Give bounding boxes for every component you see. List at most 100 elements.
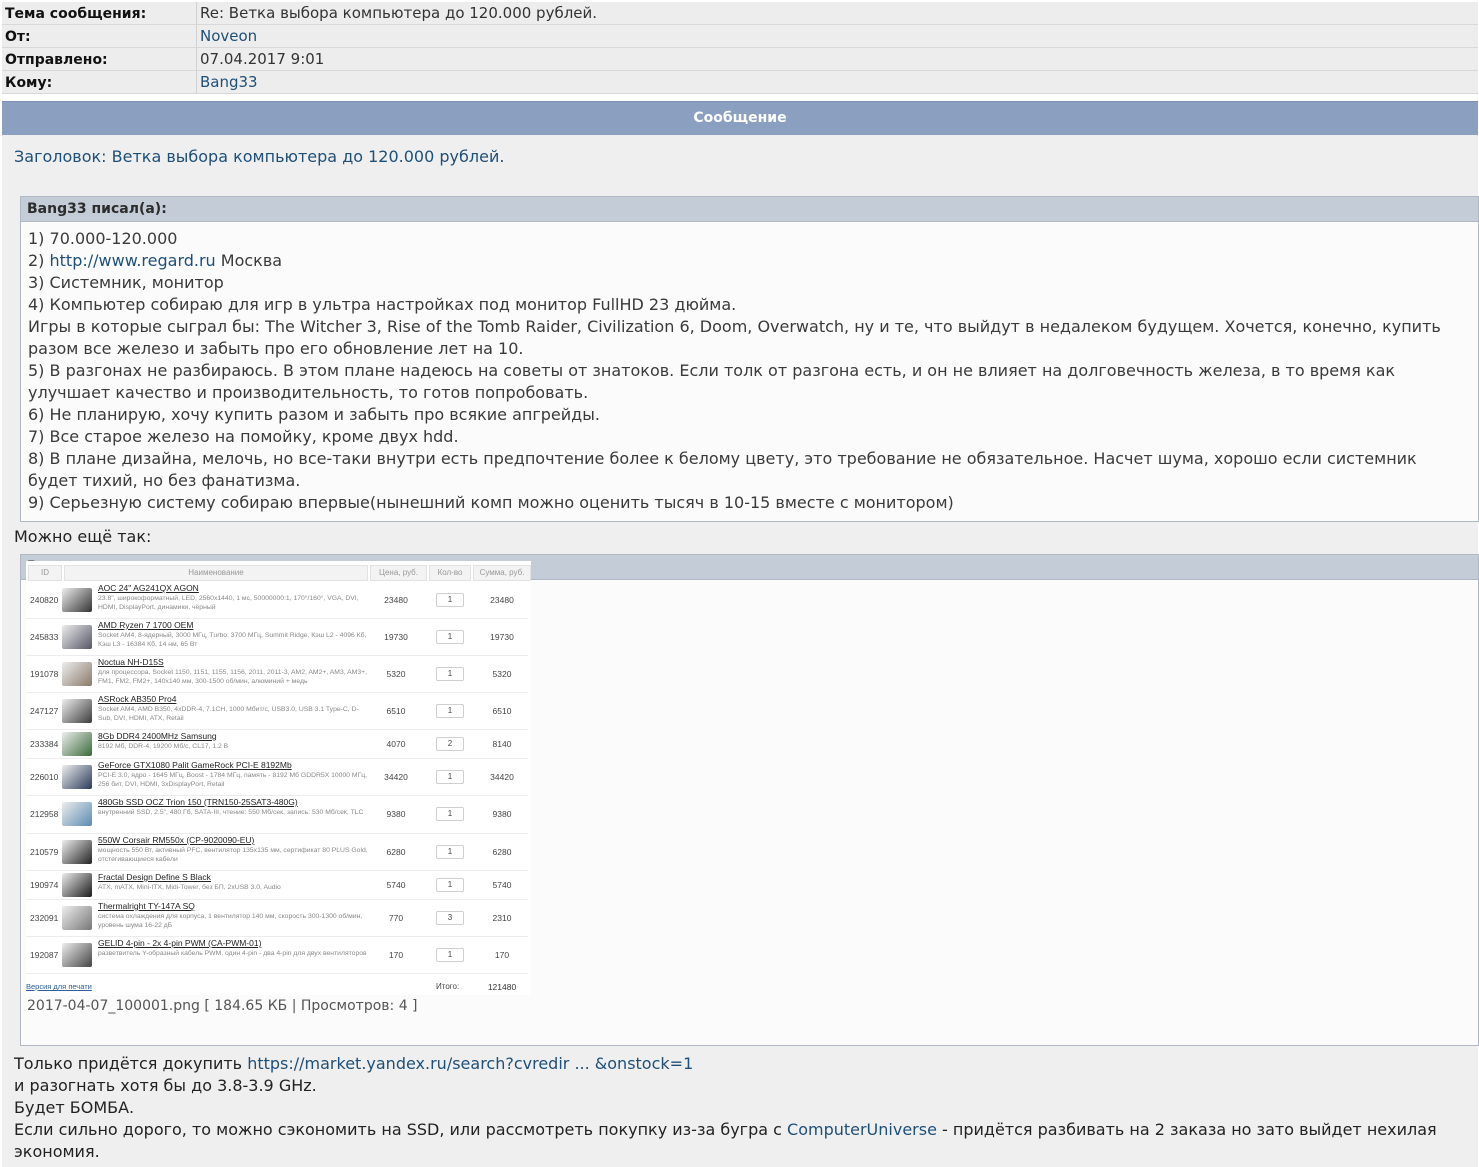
quote-line: 7) Все старое железо на помойку, кроме д…: [28, 427, 459, 446]
col-header-price: Цена, руб.: [370, 565, 427, 581]
product-description: 23.8", широкоформатный, LED, 2560x1440, …: [98, 595, 359, 611]
header-row-to: Кому: Bang33: [2, 71, 1478, 94]
regard-link[interactable]: http://www.regard.ru: [50, 251, 216, 270]
product-qty-input[interactable]: 1: [436, 704, 464, 718]
header-value-subject: Re: Ветка выбора компьютера до 120.000 р…: [196, 2, 1479, 24]
product-row: 247127 ASRock AB350 Pro4 Socket AM4, AMD B…: [26, 692, 528, 730]
col-header-sum: Сумма, руб.: [473, 565, 531, 581]
header-row-sent: Отправлено: 07.04.2017 9:01: [2, 48, 1478, 71]
product-thumbnail: [62, 588, 92, 612]
product-row: 191078 Noctua NH-D15S для процессора, Sock…: [26, 655, 528, 693]
header-label: Отправлено:: [5, 52, 108, 68]
product-id: 191078: [30, 669, 59, 679]
col-header-qty: Кол-во: [429, 565, 471, 581]
product-price: 170: [388, 950, 404, 960]
product-name[interactable]: AOC 24" AG241QX AGON: [98, 583, 199, 593]
product-row: 210579 550W Corsair RM550x (CP-9020090-EU…: [26, 833, 528, 871]
quote-author: Bang33 писал(а):: [21, 197, 1478, 222]
attachment-image[interactable]: ID Наименование Цена, руб. Кол-во Сумма,…: [26, 561, 531, 995]
sender-link[interactable]: Noveon: [200, 27, 257, 45]
product-price: 5320: [386, 669, 406, 679]
product-id: 190974: [30, 880, 59, 890]
header-label: От:: [5, 29, 31, 45]
product-row: 232091 Thermalright TY-147A SQ система охл…: [26, 899, 528, 937]
product-id: 210579: [30, 847, 59, 857]
product-row: 240820 AOC 24" AG241QX AGON 23.8", широкоф…: [26, 581, 528, 619]
col-header-name: Наименование: [64, 565, 368, 581]
product-description: внутренний SSD, 2.5", 480 Гб, SATA-III, …: [98, 809, 364, 816]
product-name[interactable]: Thermalright TY-147A SQ: [98, 901, 195, 911]
product-name[interactable]: GeForce GTX1080 Palit GameRock PCI-E 819…: [98, 760, 292, 770]
product-name[interactable]: 480Gb SSD OCZ Trion 150 (TRN150-25SAT3-4…: [98, 797, 298, 807]
product-description: PCI-E 3.0, ядро - 1645 МГц, Boost - 1784…: [98, 772, 368, 788]
product-qty-input[interactable]: 1: [436, 948, 464, 962]
header-value-to: Bang33: [196, 71, 1479, 93]
product-sum: 23480: [490, 595, 514, 605]
product-thumbnail: [62, 840, 92, 864]
product-sum: 34420: [490, 772, 514, 782]
product-thumbnail: [62, 943, 92, 967]
tail-text: Если сильно дорого, то можно сэкономить …: [14, 1120, 788, 1139]
tail-line-4: Если сильно дорого, то можно сэкономить …: [14, 1119, 1454, 1163]
product-row: 192087 GELID 4-pin - 2x 4-pin PWM (CA-PWM…: [26, 936, 528, 974]
computeruniverse-link[interactable]: ComputerUniverse: [787, 1120, 937, 1139]
product-thumbnail: [62, 662, 92, 686]
quote-line: Игры в которые сыграл бы: The Witcher 3,…: [28, 317, 1441, 358]
product-name[interactable]: Noctua NH-D15S: [98, 657, 164, 667]
product-description: для процессора, Socket 1150, 1151, 1155,…: [98, 669, 367, 685]
product-sum: 19730: [490, 632, 514, 642]
yandex-market-link[interactable]: https://market.yandex.ru/search?cvredir …: [247, 1054, 693, 1073]
product-description: Socket AM4, 8-ядерный, 3000 МГц, Turbo: …: [98, 632, 367, 648]
product-id: 232091: [30, 913, 59, 923]
product-description: разветвитель Y-образный кабель PWM, один…: [98, 950, 367, 957]
message-subject: Заголовок: Ветка выбора компьютера до 12…: [14, 147, 505, 166]
message-section-bar: Сообщение: [2, 101, 1478, 135]
product-thumbnail: [62, 765, 92, 789]
product-price: 4070: [386, 739, 406, 749]
quote-line: 1) 70.000-120.000: [28, 229, 178, 248]
product-description: система охлаждения для корпуса, 1 вентил…: [98, 913, 363, 929]
product-qty-input[interactable]: 1: [436, 807, 464, 821]
product-row: 233384 8Gb DDR4 2400MHz Samsung 8192 Мб, D…: [26, 729, 528, 759]
quote-line-prefix: 2): [28, 251, 50, 270]
quote-line: 9) Серьезную систему собираю впервые(нын…: [28, 493, 954, 512]
product-qty-input[interactable]: 1: [436, 878, 464, 892]
product-qty-input[interactable]: 1: [436, 630, 464, 644]
product-id: 192087: [30, 950, 59, 960]
product-name[interactable]: GELID 4-pin - 2x 4-pin PWM (CA-PWM-01): [98, 938, 261, 948]
attachment-caption[interactable]: 2017-04-07_100001.png [ 184.65 КБ | Прос…: [27, 998, 418, 1014]
message-body: Заголовок: Ветка выбора компьютера до 12…: [2, 135, 1479, 1167]
product-name[interactable]: Fractal Design Define S Black: [98, 872, 211, 882]
tail-text: Только придётся докупить: [14, 1054, 248, 1073]
product-row: 226010 GeForce GTX1080 Palit GameRock PCI…: [26, 758, 528, 796]
product-thumbnail: [62, 873, 92, 897]
product-qty-input[interactable]: 2: [436, 737, 464, 751]
product-name[interactable]: 8Gb DDR4 2400MHz Samsung: [98, 731, 217, 741]
tail-line-3: Будет БОМБА.: [14, 1098, 135, 1117]
recipient-link[interactable]: Bang33: [200, 73, 258, 91]
product-description: мощность 550 Вт, активный PFC, вентилято…: [98, 847, 368, 863]
product-name[interactable]: ASRock AB350 Pro4: [98, 694, 176, 704]
product-price: 6280: [386, 847, 406, 857]
product-price: 6510: [386, 706, 406, 716]
quote-line: 8) В плане дизайна, мелочь, но все-таки …: [28, 449, 1417, 490]
product-id: 240820: [30, 595, 59, 605]
product-id: 247127: [30, 706, 59, 716]
quote-line: 5) В разгонах не разбираюсь. В этом план…: [28, 361, 1396, 402]
product-price: 770: [388, 913, 404, 923]
product-qty-input[interactable]: 1: [436, 593, 464, 607]
total-value: 121480: [487, 982, 517, 992]
tail-line-2: и разогнать хотя бы до 3.8-3.9 GHz.: [14, 1076, 317, 1095]
product-qty-input[interactable]: 1: [436, 667, 464, 681]
product-description: 8192 Мб, DDR-4, 19200 Мб/с, CL17, 1.2 В: [98, 743, 229, 750]
product-qty-input[interactable]: 1: [436, 845, 464, 859]
product-name[interactable]: AMD Ryzen 7 1700 OEM: [98, 620, 193, 630]
product-description: ATX, mATX, Mini-ITX, Midi-Tower, без БП,…: [98, 884, 281, 891]
product-name[interactable]: 550W Corsair RM550x (CP-9020090-EU): [98, 835, 254, 845]
print-version-link[interactable]: Версия для печати: [26, 982, 92, 991]
product-qty-input[interactable]: 3: [436, 911, 464, 925]
product-row: 212958 480Gb SSD OCZ Trion 150 (TRN150-25…: [26, 795, 528, 834]
product-qty-input[interactable]: 1: [436, 770, 464, 784]
header-label: Кому:: [5, 75, 53, 91]
product-price: 5740: [386, 880, 406, 890]
